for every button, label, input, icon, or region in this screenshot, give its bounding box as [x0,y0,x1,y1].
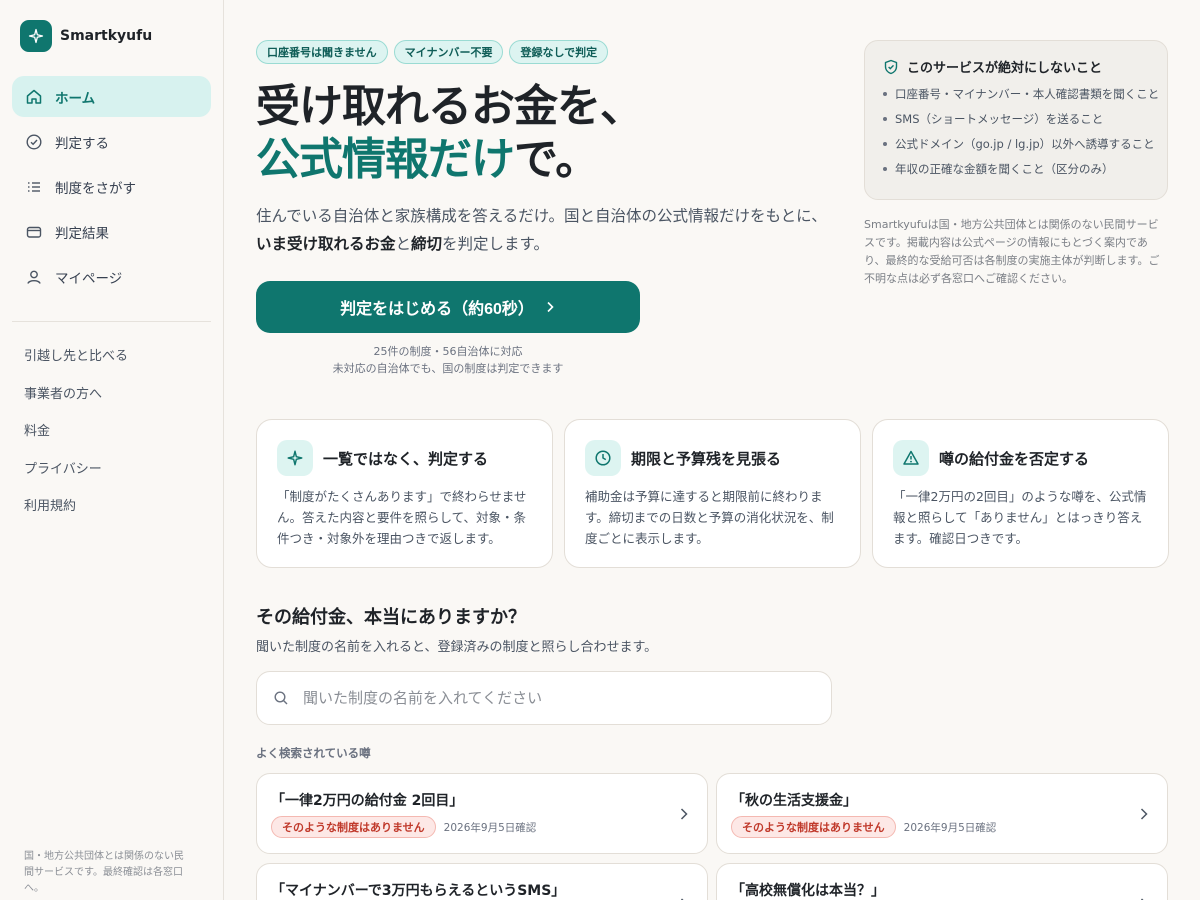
start-judgment-button[interactable]: 判定をはじめる（約60秒） [256,281,640,333]
feature-card: 期限と予算残を見張る 補助金は予算に達すると期限前に終わります。締切までの日数と… [564,419,861,568]
trust-chip: マイナンバー不要 [393,40,504,64]
popular-rumors-label: よく検索されている噂 [256,746,371,760]
nav-item-results[interactable]: 判定結果 [12,211,211,252]
feature-card: 一覧ではなく、判定する 「制度がたくさんあります」で終わらせません。答えた内容と… [256,419,553,568]
never-do-item: 口座番号・マイナンバー・本人確認書類を聞くこと [883,84,1159,109]
chevron-right-icon [547,301,554,313]
sidebar: Smartkyufu ホーム 判定する 制度をさがす 判定結果 マイページ 引越… [0,0,224,900]
not-exist-badge: そのような制度はありません [731,816,896,838]
nav-item-mypage[interactable]: マイページ [12,256,211,297]
never-do-item: 公式ドメイン（go.jp / lg.jp）以外へ誘導すること [883,134,1155,159]
hero-desc-text: と [395,235,412,253]
sub-nav: 引越し先と比べる 事業者の方へ 料金 プライバシー 利用規約 [24,345,128,533]
rumor-card[interactable]: 「秋の生活支援金」 そのような制度はありません 2026年9月5日確認 [716,773,1168,854]
rumor-check-description: 聞いた制度の名前を入れると、登録済みの制度と照らし合わせます。 [256,640,658,655]
rumor-search-box [256,671,832,725]
hero-title-line1: 受け取れるお金を、 [256,81,644,132]
coverage-note: 25件の制度・56自治体に対応 未対応の自治体でも、国の制度は判定できます [256,343,640,377]
cta-label: 判定をはじめる（約60秒） [340,301,534,318]
sparkle-icon [20,20,52,52]
rumor-card[interactable]: 「高校無償化は本当？」 [716,863,1168,900]
list-icon [28,181,40,192]
rumor-name: 「高校無償化は本当？」 [731,883,885,899]
feature-body: 「制度がたくさんあります」で終わらせません。答えた内容と要件を照らして、対象・条… [277,489,527,546]
nav-item-label: マイページ [55,270,123,287]
feature-title: 期限と予算残を見張る [631,449,782,468]
feature-body: 補助金は予算に達すると期限前に終わります。締切までの日数と予算の消化状況を、制度… [585,489,834,546]
rumor-check-title: その給付金、本当にありますか？ [256,607,526,628]
brand[interactable]: Smartkyufu [20,20,152,52]
sidebar-footer-note: 国・地方公共団体とは関係のない民間サービスです。最終確認は各窓口へ。 [24,851,184,894]
wallet-icon [26,226,42,238]
warning-icon [893,440,929,476]
hero-desc-text: 住んでいる自治体と家族構成を答えるだけ。国と自治体の公式情報だけをもとに、 [256,207,827,225]
feature-body: 「一律2万円の2回目」のような噂を、公式情報と照らして「ありません」とはっきり答… [893,489,1147,546]
chevron-right-icon [680,898,684,900]
hero-description: 住んでいる自治体と家族構成を答えるだけ。国と自治体の公式情報だけをもとに、いま受… [256,202,831,258]
never-do-title: このサービスが絶対にしないこと [883,57,1149,76]
hero-desc-emphasis: 締切 [411,235,443,253]
feature-title: 一覧ではなく、判定する [323,449,489,468]
subnav-business[interactable]: 事業者の方へ [24,383,128,421]
sparkle-icon [277,440,313,476]
rumor-name: 「秋の生活支援金」 [731,793,857,809]
rumor-name: 「一律2万円の給付金 2回目」 [271,793,464,809]
rumor-search-input[interactable] [303,689,831,707]
brand-name: Smartkyufu [60,28,153,44]
nav-item-label: 制度をさがす [55,180,136,197]
hero-title-tail: で。 [514,134,599,185]
trust-chips: 口座番号は聞きません マイナンバー不要 登録なしで判定 [256,40,609,64]
search-icon [274,691,288,705]
nav-item-home[interactable]: ホーム [12,76,211,117]
nav-divider [12,321,211,322]
feature-card: 噂の給付金を否定する 「一律2万円の2回目」のような噂を、公式情報と照らして「あ… [872,419,1169,568]
never-do-item: SMS（ショートメッセージ）を送ること [883,109,1149,134]
feature-title: 噂の給付金を否定する [939,449,1090,468]
disclaimer: Smartkyufuは国・地方公共団体とは関係のない民間サービスです。掲載内容は… [864,218,1160,285]
popular-rumors-list: 「一律2万円の給付金 2回目」 そのような制度はありません 2026年9月5日確… [256,773,1168,900]
not-exist-badge: そのような制度はありません [271,816,436,838]
subnav-terms[interactable]: 利用規約 [24,495,128,533]
hero-desc-emphasis: いま受け取れるお金 [256,235,396,253]
shield-check-icon [884,59,898,74]
rumor-card[interactable]: 「マイナンバーで3万円もらえるというSMS」 [256,863,708,900]
nav-item-judge[interactable]: 判定する [12,121,211,162]
subnav-privacy[interactable]: プライバシー [24,458,128,496]
chevron-right-icon [680,808,688,820]
trust-chip: 登録なしで判定 [509,40,609,64]
coverage-count: 25件の制度・56自治体に対応 [373,345,523,358]
rumor-name: 「マイナンバーで3万円もらえるというSMS」 [271,883,566,899]
main-content: 口座番号は聞きません マイナンバー不要 登録なしで判定 受け取れるお金を、 公式… [256,0,1169,900]
trust-chip: 口座番号は聞きません [256,40,388,64]
never-do-box: このサービスが絶対にしないこと 口座番号・マイナンバー・本人確認書類を聞くこと … [864,40,1168,200]
chevron-right-icon [1140,898,1144,900]
subnav-pricing[interactable]: 料金 [24,420,128,458]
coverage-fallback: 未対応の自治体でも、国の制度は判定できます [332,362,564,375]
checked-date: 2026年9月5日確認 [903,821,997,834]
hero-title: 受け取れるお金を、 公式情報だけで。 [256,80,856,186]
subnav-compare-move[interactable]: 引越し先と比べる [24,345,128,383]
never-do-item: 年収の正確な金額を聞くこと（区分のみ） [883,159,1149,184]
rumor-card[interactable]: 「一律2万円の給付金 2回目」 そのような制度はありません 2026年9月5日確… [256,773,708,854]
hero-title-accent: 公式情報だけ [256,134,515,185]
feature-cards: 一覧ではなく、判定する 「制度がたくさんあります」で終わらせません。答えた内容と… [256,419,1169,568]
nav-item-label: ホーム [55,90,96,107]
check-circle-icon [26,133,42,150]
main-nav: ホーム 判定する 制度をさがす 判定結果 マイページ [12,76,211,301]
user-icon [27,270,41,284]
never-do-list: 口座番号・マイナンバー・本人確認書類を聞くこと SMS（ショートメッセージ）を送… [883,84,1159,184]
checked-date: 2026年9月5日確認 [443,821,537,834]
home-icon [26,89,42,104]
clock-icon [585,440,621,476]
nav-item-label: 判定結果 [55,225,109,242]
chevron-right-icon [1140,808,1148,820]
nav-item-label: 判定する [55,135,109,152]
never-do-title-text: このサービスが絶対にしないこと [907,61,1103,76]
hero-desc-text: を判定します。 [442,235,549,253]
nav-item-search-programs[interactable]: 制度をさがす [12,166,211,207]
